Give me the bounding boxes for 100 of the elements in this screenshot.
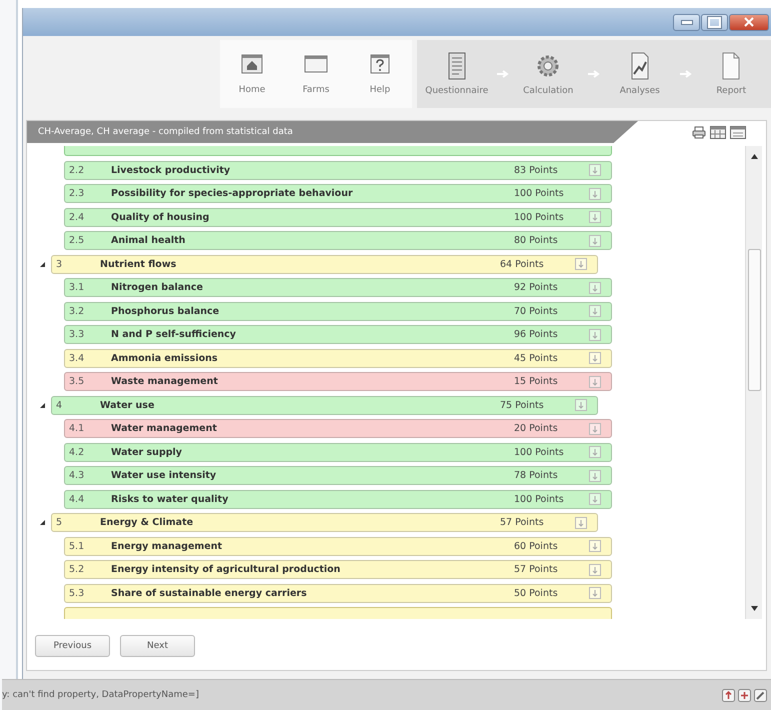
arrow-up-icon[interactable]	[722, 688, 735, 702]
row-points: 70 Points	[514, 306, 559, 316]
tree-row[interactable]: 5 Energy & Climate 57 Points	[51, 513, 598, 532]
help-icon	[368, 53, 392, 75]
tree-row[interactable]: 5.1 Energy management 60 Points	[64, 536, 612, 556]
tree-row[interactable]: 3.2 Phosphorus balance 70 Points	[64, 302, 612, 320]
row-points: 96 Points	[514, 329, 559, 340]
tree-row[interactable]: 5.3 Share of sustainable energy carriers 50 Points	[64, 584, 612, 602]
row-points: 50 Points	[514, 588, 559, 598]
row-number: 5.2	[68, 564, 86, 575]
tree-row[interactable]: 4.1 Water management 20 Points	[64, 419, 612, 438]
row-title: Possibility for species-appropriate behaviour	[110, 188, 354, 199]
row-points: 64 Points	[500, 258, 545, 270]
plus-icon[interactable]	[738, 688, 751, 702]
panel-title: CH-Average, CH average - compiled from statistical data	[27, 121, 638, 143]
minimize-button[interactable]	[673, 14, 700, 30]
row-points: 100 Points	[514, 188, 565, 199]
row-points: 83 Points	[514, 164, 559, 176]
status-message: y: can't find property, DataPropertyName=]	[2, 690, 199, 700]
row-title: Water management	[110, 423, 218, 434]
home-button[interactable]: Home	[220, 40, 284, 108]
row-title: Share of sustainable energy carriers	[110, 588, 308, 598]
tree-row[interactable]: 4.3 Water use intensity 78 Points	[64, 466, 612, 485]
row-number: 2.3	[68, 188, 86, 199]
row-points: 80 Points	[514, 235, 559, 246]
questionnaire-button[interactable]: Questionnaire	[417, 40, 496, 108]
tree-row[interactable]: 3.4 Ammonia emissions 45 Points	[64, 348, 612, 368]
row-number: 4	[55, 400, 64, 410]
row-title: Waste management	[110, 376, 219, 387]
arrow-icon	[680, 70, 692, 78]
tree-row[interactable]: 5.2 Energy intensity of agricultural production 57 Points	[64, 560, 612, 579]
row-points: 20 Points	[514, 423, 559, 434]
row-title: Phosphorus balance	[110, 306, 220, 316]
scroll-up-icon[interactable]	[750, 154, 758, 159]
tree-row[interactable]: 2.4 Quality of housing 100 Points	[64, 208, 612, 226]
farms-button[interactable]: Farms	[284, 40, 348, 108]
tree-row[interactable]: 2.5 Animal health 80 Points	[64, 231, 612, 250]
tree-row[interactable]	[64, 146, 612, 156]
expander-icon[interactable]	[39, 260, 46, 268]
row-points: 92 Points	[514, 282, 559, 293]
tree-row[interactable]: 3 Nutrient flows 64 Points	[51, 254, 598, 274]
row-points: 100 Points	[514, 494, 565, 504]
row-title: Energy management	[110, 540, 224, 552]
row-number: 3.1	[68, 282, 86, 293]
tree-row[interactable]: 4.2 Water supply 100 Points	[64, 442, 612, 462]
tree-row[interactable]: 4 Water use 75 Points	[51, 396, 598, 414]
tree-row[interactable]: 3.5 Waste management 15 Points	[64, 372, 612, 391]
tree-row[interactable]: 4.4 Risks to water quality 100 Points	[64, 490, 612, 508]
arrow-icon	[496, 70, 508, 78]
row-title: Energy intensity of agricultural production	[110, 564, 342, 575]
row-points: 45 Points	[514, 352, 559, 364]
row-title: Risks to water quality	[110, 494, 230, 504]
help-button[interactable]: Help	[348, 40, 412, 108]
maximize-button[interactable]	[701, 14, 728, 30]
row-title: Nutrient flows	[99, 258, 178, 270]
row-number: 4.1	[68, 423, 86, 434]
tree-row[interactable]: 2.3 Possibility for species-appropriate behaviour 100 Points	[64, 184, 612, 203]
row-title: Water supply	[110, 446, 183, 458]
row-number: 4.4	[68, 494, 86, 504]
row-number: 3.3	[68, 329, 86, 340]
row-points: 57 Points	[514, 564, 559, 575]
row-number: 2.5	[68, 235, 86, 246]
tree-row[interactable]: 3.3 N and P self-sufficiency 96 Points	[64, 325, 612, 344]
house-icon	[240, 53, 264, 75]
next-button[interactable]: Next	[120, 635, 195, 657]
pencil-icon[interactable]	[754, 688, 767, 702]
row-title: Livestock productivity	[110, 164, 232, 176]
row-number: 5.3	[68, 588, 86, 598]
row-points: 100 Points	[514, 446, 565, 458]
row-number: 2.4	[68, 212, 86, 222]
expander-icon[interactable]	[39, 402, 46, 408]
window-icon	[304, 53, 328, 75]
close-button[interactable]	[729, 14, 769, 30]
row-title: Nitrogen balance	[110, 282, 204, 293]
row-points: 78 Points	[514, 470, 559, 481]
row-number: 4.3	[68, 470, 86, 481]
scroll-thumb[interactable]	[748, 249, 760, 391]
row-number: 3.5	[68, 376, 86, 387]
arrow-icon	[588, 70, 600, 78]
print-icon[interactable]	[692, 126, 706, 138]
scrollbar[interactable]	[745, 146, 762, 619]
scroll-down-icon[interactable]	[750, 606, 758, 611]
row-number: 2.2	[68, 164, 86, 176]
row-points: 15 Points	[514, 376, 559, 387]
table-icon[interactable]	[710, 126, 726, 138]
row-title: Ammonia emissions	[110, 352, 219, 364]
row-number: 5.1	[68, 540, 86, 552]
row-title: Water use	[99, 400, 156, 410]
tree-row[interactable]: 2.2 Livestock productivity 83 Points	[64, 160, 612, 180]
row-points: 75 Points	[500, 400, 545, 410]
row-number: 3.4	[68, 352, 86, 364]
close-icon	[744, 17, 754, 27]
row-number: 5	[55, 517, 64, 528]
row-points: 60 Points	[514, 540, 559, 552]
previous-button[interactable]: Previous	[35, 635, 110, 657]
row-title: Quality of housing	[110, 212, 210, 222]
table-icon[interactable]	[730, 126, 746, 138]
tree-row[interactable]: 3.1 Nitrogen balance 92 Points	[64, 278, 612, 297]
expander-icon[interactable]	[39, 519, 46, 526]
row-title: Energy & Climate	[99, 517, 194, 528]
